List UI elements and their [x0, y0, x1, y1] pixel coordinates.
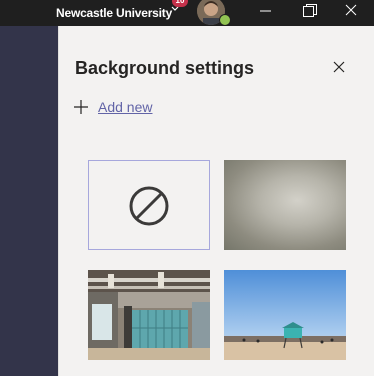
close-icon[interactable]: [330, 58, 348, 76]
panel-title: Background settings: [75, 58, 255, 78]
window-close-button[interactable]: [336, 0, 372, 26]
add-new-button[interactable]: Add new: [73, 96, 152, 118]
background-none[interactable]: [88, 160, 210, 250]
plus-icon: [74, 100, 88, 114]
beach-tower-image: [224, 270, 346, 360]
restore-icon: [303, 4, 317, 17]
title-bar: Newcastle University 10: [0, 0, 374, 26]
notification-badge: 10: [172, 0, 188, 7]
no-background-icon: [129, 186, 169, 226]
window-close-icon: [345, 4, 357, 16]
office-corridor-image: [88, 270, 210, 360]
restore-button[interactable]: [292, 0, 328, 26]
background-blur[interactable]: [224, 160, 346, 250]
presence-indicator: [219, 14, 231, 26]
org-name[interactable]: Newcastle University: [56, 6, 172, 20]
minimize-icon: [260, 10, 271, 12]
minimize-button[interactable]: [247, 0, 283, 26]
app-bar: [0, 26, 58, 376]
background-office-corridor[interactable]: [88, 270, 210, 360]
add-new-label: Add new: [98, 99, 153, 115]
background-beach-tower[interactable]: [224, 270, 346, 360]
